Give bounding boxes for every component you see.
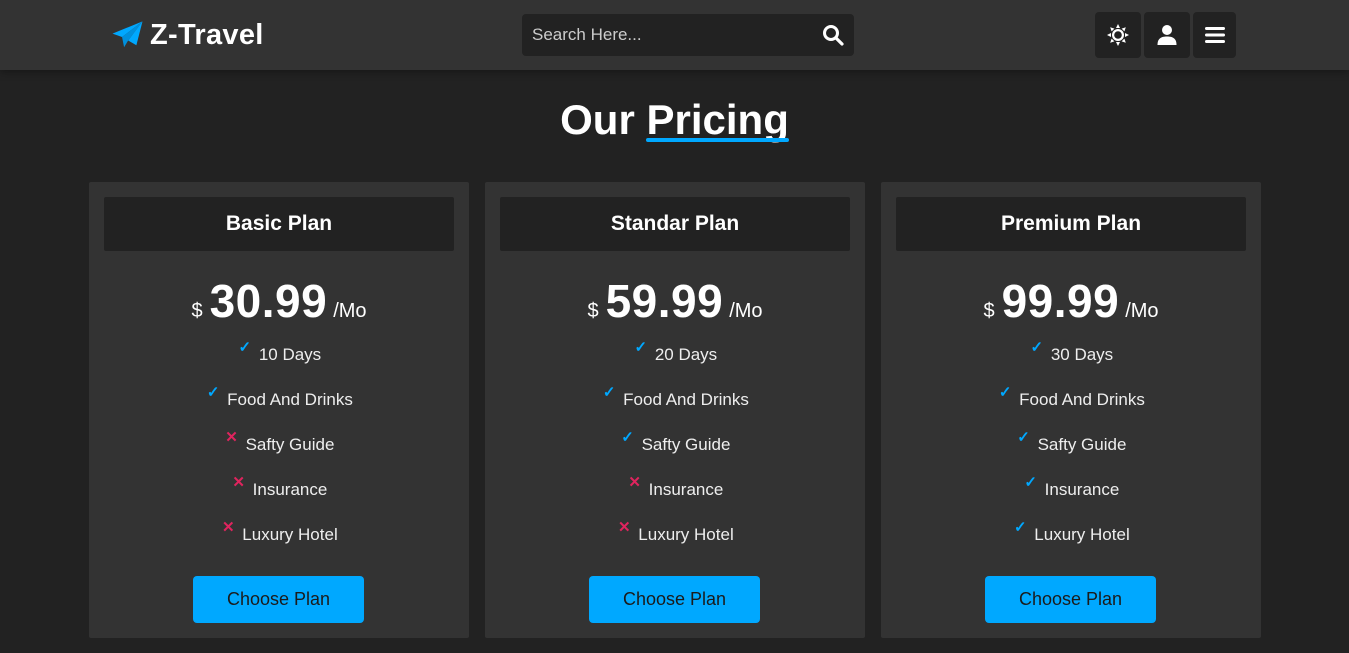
search-bar [522,14,854,56]
feature-item: ✓ 30 Days [881,340,1261,390]
search-input[interactable] [522,14,812,56]
top-navbar: Z-Travel [0,0,1349,70]
check-icon: ✓ [621,429,634,446]
price-amount: 30.99 [209,275,328,327]
pricing-card-standard: Standar Plan $ 59.99 /Mo ✓ 20 Days ✓ Food … [485,182,865,638]
theme-toggle-button[interactable] [1095,12,1141,58]
feature-item: ✓ Food And Drinks [881,385,1261,435]
choose-plan-button[interactable]: Choose Plan [193,576,364,623]
price-currency: $ [983,300,995,322]
feature-item: ✓ Luxury Hotel [881,520,1261,570]
price-amount: 59.99 [605,275,724,327]
feature-item: ✕ Luxury Hotel [485,520,865,570]
menu-icon [1204,27,1225,43]
feature-item: ✓ 20 Days [485,340,865,390]
plan-price: $ 59.99 /Mo [485,274,865,328]
feature-label: Safty Guide [1037,435,1127,454]
user-icon [1157,25,1177,45]
choose-plan-button[interactable]: Choose Plan [589,576,760,623]
sun-icon [1107,24,1129,46]
feature-item: ✓ Safty Guide [881,430,1261,480]
check-icon: ✓ [1017,429,1030,446]
feature-list: ✓ 20 Days ✓ Food And Drinks ✓ Safty Guide ✕… [485,340,865,570]
check-icon: ✓ [238,339,252,356]
plan-name: Standar Plan [500,197,850,251]
feature-label: Safty Guide [641,435,731,454]
plan-price: $ 30.99 /Mo [89,274,469,328]
choose-plan-button[interactable]: Choose Plan [985,576,1156,623]
feature-label: Insurance [252,480,328,499]
search-icon [823,25,844,46]
feature-item: ✓ Food And Drinks [89,385,469,435]
check-icon: ✓ [206,384,220,401]
user-account-button[interactable] [1144,12,1190,58]
cross-icon: ✕ [628,474,641,491]
feature-item: ✕ Luxury Hotel [89,520,469,570]
brand-logo[interactable]: Z-Travel [111,18,264,52]
plan-name: Premium Plan [896,197,1246,251]
price-period: /Mo [333,300,367,322]
menu-button[interactable] [1193,12,1236,58]
check-icon: ✓ [998,384,1012,401]
feature-item: ✓ Safty Guide [485,430,865,480]
feature-item: ✕ Insurance [485,475,865,525]
feature-label: Safty Guide [245,435,335,454]
feature-label: Luxury Hotel [242,525,338,544]
feature-list: ✓ 10 Days ✓ Food And Drinks ✕ Safty Guide ✕… [89,340,469,570]
feature-item: ✓ 10 Days [89,340,469,390]
feature-list: ✓ 30 Days ✓ Food And Drinks ✓ Safty Guide ✓… [881,340,1261,570]
cross-icon: ✕ [617,519,631,536]
check-icon: ✓ [1030,339,1044,356]
price-period: /Mo [729,300,763,322]
check-icon: ✓ [602,384,616,401]
feature-label: 30 Days [1050,345,1114,364]
feature-item: ✕ Safty Guide [89,430,469,480]
feature-label: Food And Drinks [1019,390,1145,409]
price-currency: $ [587,300,599,322]
cross-icon: ✕ [232,474,245,491]
feature-label: Luxury Hotel [638,525,734,544]
feature-item: ✕ Insurance [89,475,469,525]
feature-label: Food And Drinks [623,390,749,409]
check-icon: ✓ [1013,519,1027,536]
feature-label: Food And Drinks [227,390,353,409]
paper-plane-icon [112,21,143,48]
feature-label: Luxury Hotel [1034,525,1130,544]
feature-label: Insurance [1044,480,1120,499]
plan-name: Basic Plan [104,197,454,251]
section-title-first: Our [560,96,635,143]
price-currency: $ [191,300,203,322]
pricing-card-premium: Premium Plan $ 99.99 /Mo ✓ 30 Days ✓ Food … [881,182,1261,638]
feature-item: ✓ Insurance [881,475,1261,525]
feature-item: ✓ Food And Drinks [485,385,865,435]
search-button[interactable] [812,14,854,56]
check-icon: ✓ [634,339,648,356]
feature-label: 10 Days [258,345,322,364]
section-title: Our Pricing [0,96,1349,144]
price-period: /Mo [1125,300,1159,322]
pricing-card-basic: Basic Plan $ 30.99 /Mo ✓ 10 Days ✓ Food An… [89,182,469,638]
cross-icon: ✕ [225,429,238,446]
cross-icon: ✕ [221,519,235,536]
plan-price: $ 99.99 /Mo [881,274,1261,328]
feature-label: Insurance [648,480,724,499]
feature-label: 20 Days [654,345,718,364]
check-icon: ✓ [1024,474,1037,491]
section-title-accent: Pricing [646,96,790,143]
brand-name: Z-Travel [150,18,264,51]
price-amount: 99.99 [1001,275,1120,327]
